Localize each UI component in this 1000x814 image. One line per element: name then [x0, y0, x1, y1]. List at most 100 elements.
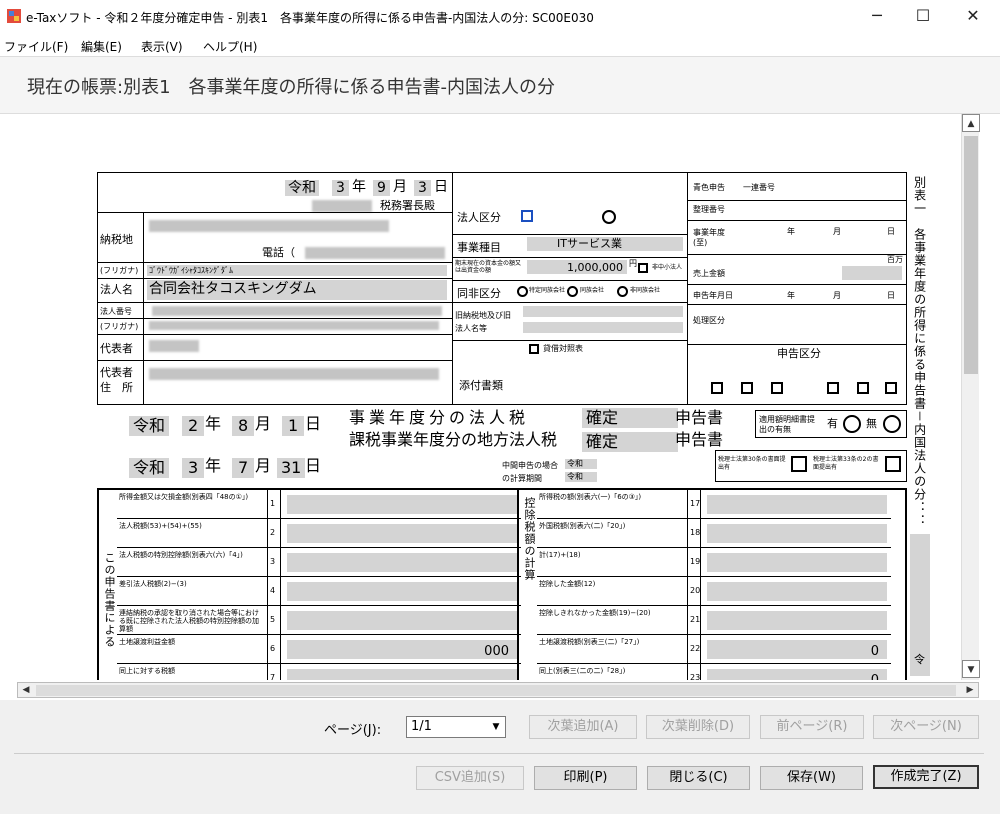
- dropdown-arrow-icon[interactable]: ▼: [487, 717, 505, 737]
- phone-redacted[interactable]: [305, 247, 445, 259]
- add-page-button[interactable]: 次葉追加(A): [529, 715, 637, 739]
- row-value-field[interactable]: [287, 524, 517, 543]
- page-select[interactable]: 1/1 ▼: [406, 716, 506, 738]
- end-month[interactable]: 7: [232, 458, 255, 478]
- houjin-kubun-radio[interactable]: [602, 210, 616, 224]
- end-year[interactable]: 3: [182, 458, 205, 478]
- row-number: 7: [267, 664, 281, 680]
- row-number: 23: [687, 664, 701, 680]
- row-value-field[interactable]: [707, 611, 887, 630]
- sn-tsuki: 月: [833, 291, 841, 300]
- start-month[interactable]: 8: [232, 416, 255, 436]
- tekiyou-label: 適用額明細書提出の有無: [759, 415, 815, 434]
- title-bar: e-Taxソフト - 令和２年度分確定申告 - 別表1 各事業年度の所得に係る申…: [0, 0, 1000, 32]
- row-number: 22: [687, 635, 701, 663]
- minimize-button[interactable]: ─: [854, 0, 900, 32]
- tenpu-check[interactable]: [529, 344, 539, 354]
- prev-page-button[interactable]: 前ページ(R): [760, 715, 864, 739]
- tax-form-sheet: 令和 3 年 9 月 3 日 税務署長殿 納税地 電話（ (フリガナ) ｺﾞｳﾄ…: [97, 172, 917, 680]
- tekiyou-ari-radio[interactable]: [843, 415, 861, 433]
- row-value-field[interactable]: [707, 553, 887, 572]
- scroll-down-icon[interactable]: ▼: [962, 660, 980, 678]
- csv-add-button[interactable]: CSV追加(S): [416, 766, 524, 790]
- start-day[interactable]: 1: [282, 416, 305, 436]
- scroll-right-icon[interactable]: ▶: [962, 683, 978, 697]
- close-window-button[interactable]: ✕: [950, 0, 996, 32]
- jigyou-shumoku-label: 事業種目: [457, 241, 501, 254]
- row-value-field[interactable]: 0: [707, 640, 887, 659]
- menu-help[interactable]: ヘルプ(H): [203, 38, 257, 55]
- submit-year[interactable]: 3: [332, 180, 349, 196]
- zeirishi33-check[interactable]: [885, 456, 901, 472]
- submit-month[interactable]: 9: [373, 180, 390, 196]
- maximize-button[interactable]: ☐: [900, 0, 946, 32]
- furigana-label: (フリガナ): [100, 266, 139, 275]
- row-value-field[interactable]: [707, 582, 887, 601]
- row-label: 同上(別表三(二の二)「28」): [539, 667, 626, 675]
- daihyousha-address-redacted[interactable]: [149, 368, 439, 380]
- houjin-bangou-redacted[interactable]: [152, 306, 442, 316]
- kubun-check6[interactable]: [885, 382, 897, 394]
- close-button[interactable]: 閉じる(C): [647, 766, 750, 790]
- horizontal-scrollbar[interactable]: ◀ ▶: [17, 682, 979, 698]
- douhi-opt1-radio[interactable]: [517, 286, 528, 297]
- kyuu-nouzei-label: 旧納税地及び旧法人名等: [455, 311, 511, 333]
- row-value-field[interactable]: [707, 495, 887, 514]
- vertical-scrollbar[interactable]: ▲ ▼: [961, 114, 980, 680]
- row-value-field[interactable]: [287, 553, 517, 572]
- houjin-kubun-check[interactable]: [521, 210, 533, 222]
- scroll-up-icon[interactable]: ▲: [962, 114, 980, 132]
- save-button[interactable]: 保存(W): [760, 766, 863, 790]
- douhi-opt2-radio[interactable]: [567, 286, 578, 297]
- row-value-field[interactable]: [707, 524, 887, 543]
- end-day[interactable]: 31: [277, 458, 306, 478]
- tekiyou-nashi-radio[interactable]: [883, 415, 901, 433]
- menu-view[interactable]: 表示(V): [141, 38, 183, 55]
- row-label: 所得税の額(別表六(一)「6の③」): [539, 493, 642, 501]
- next-page-button[interactable]: 次ページ(N): [873, 715, 979, 739]
- douhi-opt3-radio[interactable]: [617, 286, 628, 297]
- row-label: 法人税額の特別控除額(別表六(六)「4」): [119, 551, 243, 559]
- start-year[interactable]: 2: [182, 416, 205, 436]
- daihyousha-redacted[interactable]: [149, 340, 199, 352]
- complete-button[interactable]: 作成完了(Z): [873, 765, 979, 789]
- row-label: 控除しきれなかった金額(19)−(20): [539, 609, 651, 617]
- uriage-field[interactable]: [842, 266, 902, 280]
- vertical-scroll-thumb[interactable]: [964, 136, 978, 374]
- menu-edit[interactable]: 編集(E): [81, 38, 122, 55]
- row-value-field[interactable]: 0: [707, 669, 887, 680]
- menu-file[interactable]: ファイル(F): [4, 38, 68, 55]
- kubun-check2[interactable]: [741, 382, 753, 394]
- kakutei-1[interactable]: 確定: [582, 408, 679, 428]
- row-value-field[interactable]: [287, 495, 517, 514]
- houjin-bangou-label: 法人番号: [100, 307, 132, 316]
- kubun-check3[interactable]: [771, 382, 783, 394]
- row-number: 3: [267, 548, 281, 576]
- horizontal-scroll-thumb[interactable]: [36, 685, 956, 696]
- print-button[interactable]: 印刷(P): [534, 766, 637, 790]
- address-redacted[interactable]: [149, 220, 389, 232]
- kyuu-nouzei-field2[interactable]: [523, 322, 683, 333]
- row-value-field[interactable]: [287, 669, 517, 680]
- uriage-label: 売上金額: [693, 269, 725, 278]
- hidouzoku-check[interactable]: [638, 263, 648, 273]
- kubun-check4[interactable]: [827, 382, 839, 394]
- kubun-check1[interactable]: [711, 382, 723, 394]
- delete-page-button[interactable]: 次葉削除(D): [646, 715, 750, 739]
- zeirishi30-check[interactable]: [791, 456, 807, 472]
- submit-day[interactable]: 3: [414, 180, 431, 196]
- daihyou-furigana-redacted[interactable]: [149, 321, 439, 330]
- scroll-left-icon[interactable]: ◀: [18, 683, 34, 697]
- shori-label: 処理区分: [693, 316, 725, 325]
- kakutei-2[interactable]: 確定: [582, 432, 679, 452]
- houjinzei-title: 事業年度分の法人税: [349, 408, 530, 427]
- row-value-field[interactable]: [287, 582, 517, 601]
- denwa-label: 電話（: [262, 246, 295, 259]
- kubun-check5[interactable]: [857, 382, 869, 394]
- submit-era: 令和: [285, 180, 319, 196]
- row-value-field[interactable]: 000: [287, 640, 517, 659]
- start-era: 令和: [129, 416, 170, 436]
- kyuu-nouzei-field1[interactable]: [523, 306, 683, 317]
- page-label: ページ(J):: [324, 723, 382, 738]
- row-value-field[interactable]: [287, 611, 517, 630]
